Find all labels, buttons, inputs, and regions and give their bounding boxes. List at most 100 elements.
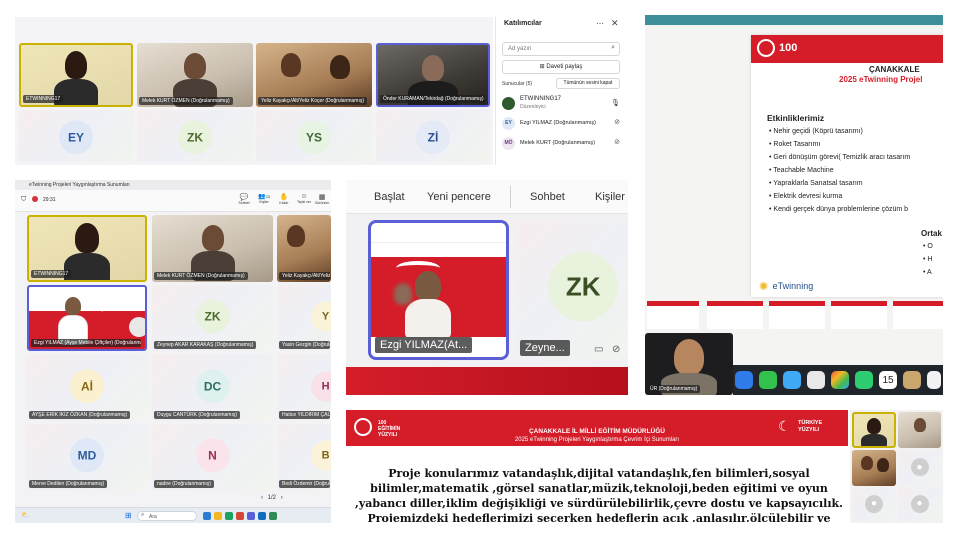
windows-start-icon[interactable]: ⊞ xyxy=(125,511,132,520)
dock-app-icon[interactable] xyxy=(903,371,921,389)
video-tile[interactable]: Ezgi YILMAZ(At... xyxy=(368,220,509,360)
video-tile[interactable] xyxy=(852,412,896,448)
list-item: • Yapraklarla Sanatsal tasarım xyxy=(769,180,863,187)
toolbar-view[interactable]: ▦ Görünüm xyxy=(313,193,331,205)
avatar-tile[interactable]: ZK xyxy=(137,110,253,162)
slide-thumbnail[interactable] xyxy=(893,301,943,329)
dock-app-icon[interactable] xyxy=(807,371,825,389)
avatar-tile[interactable]: MD Merve Dedilen (Doğrulanmamış) xyxy=(27,424,147,490)
toolbar-raise[interactable]: ✋ Kaldır xyxy=(275,193,293,205)
next-page-icon[interactable]: › xyxy=(281,495,283,501)
mic-icon[interactable]: 🎙 xyxy=(611,99,620,107)
section-heading: Etkinliklerimiz xyxy=(767,113,825,123)
dock-app-icon[interactable] xyxy=(831,371,849,389)
taskbar-app-icon[interactable] xyxy=(203,512,211,520)
slide-title: ÇANAKKALE İL MİLLİ EĞİTİM MÜDÜRLÜĞÜ xyxy=(528,428,665,435)
avatar-tile[interactable]: Aİ AYŞE ERİK İKİZ ÖZKAN (Doğrulanmamış) xyxy=(27,354,147,421)
video-tile[interactable]: Melek KURT ÖZMEN (Doğrulanmamış) xyxy=(137,43,253,107)
slide-header-strip xyxy=(371,231,506,243)
taskbar-search[interactable]: ⌕ Ara xyxy=(137,511,197,521)
toolbar-divider xyxy=(510,186,511,208)
participant-row[interactable]: ETWINNING17 Düzenleyici 🎙 xyxy=(502,95,622,113)
dock-app-icon[interactable] xyxy=(855,371,873,389)
avatar: ZK xyxy=(548,251,619,322)
avatar-tile[interactable]: ZK Zeyne... ▭ ⊘ xyxy=(516,220,628,360)
avatar-tile[interactable]: YS xyxy=(256,110,372,162)
avatar-tile[interactable]: ZK Zeynep AKAR KARAKAŞ (Doğrulanmamış) xyxy=(152,285,273,351)
speaker-video[interactable]: ÜR (Doğrulanmamış) xyxy=(645,333,733,395)
video-tile[interactable]: Yeliz Kayakçı/Alt/Yeliz Ko... xyxy=(277,215,331,282)
video-tile[interactable]: Melek KURT ÖZMEN (Doğrulanmamış) xyxy=(152,215,273,282)
weather-icon[interactable]: ⛅ xyxy=(21,511,30,519)
list-item: • Nehir geçidi (Köprü tasarımı) xyxy=(769,128,863,135)
slide-thumbnail[interactable] xyxy=(707,301,763,329)
taskbar-app-icon[interactable] xyxy=(236,512,244,520)
chat-icon: 💬 xyxy=(239,194,249,201)
emoji-icon: ☺ xyxy=(300,193,308,200)
slide-subtitle: 2025 eTwinning Projeleri Yaygınlaştırma … xyxy=(514,437,680,443)
toolbar-people[interactable]: Kişiler xyxy=(595,191,625,203)
dock-app-icon[interactable] xyxy=(759,371,777,389)
video-tile[interactable]: Ezgi YILMAZ (Ayşe Mebile Çiftçiler) (Doğ… xyxy=(27,285,147,351)
video-tile[interactable]: Yeliz Kayakçı/Alt/Yeliz Koçer (Doğrulanm… xyxy=(256,43,372,107)
taskbar-app-icon[interactable] xyxy=(269,512,277,520)
participant-row[interactable]: MÖ Melek KURT (Doğrulanmamış) ⊘ xyxy=(502,136,622,152)
mic-off-icon[interactable]: ⊘ xyxy=(614,118,620,126)
avatar-tile[interactable]: Zİ xyxy=(376,110,490,162)
toolbar-chat[interactable]: Sohbet xyxy=(530,191,565,203)
video-tile[interactable]: ETWINNING17 xyxy=(19,43,133,107)
avatar-tile[interactable]: Y Yasin Gezgin (Doğrulanmamış) xyxy=(277,285,331,351)
slide-body: Proje konularımız vatandaşlık,dijital va… xyxy=(355,467,843,522)
close-icon[interactable]: ✕ xyxy=(611,18,619,29)
participant-name: Ezgi YILMAZ(At... xyxy=(375,337,473,353)
avatar-tile[interactable]: ● xyxy=(898,450,941,486)
list-item: • Roket Tasarımı xyxy=(769,141,821,148)
avatar-tile[interactable]: ● xyxy=(852,488,896,521)
more-icon[interactable]: ⋯ xyxy=(596,19,604,28)
participant-row[interactable]: EY Ezgi YILMAZ (Doğrulanmamış) ⊘ xyxy=(502,116,622,132)
dock-app-icon[interactable] xyxy=(783,371,801,389)
avatar-tile[interactable]: N nadire (Doğrulanmamış) xyxy=(152,424,273,490)
toolbar-people[interactable]: 👥23 Kişiler xyxy=(255,193,273,204)
calendar-icon[interactable]: 15 xyxy=(879,371,897,389)
avatar-tile[interactable]: EY xyxy=(19,110,133,162)
search-icon: ⌕ xyxy=(141,512,145,518)
share-invite-button[interactable]: ⊞ Daveti paylaş xyxy=(502,60,620,74)
slide-thumbnail[interactable] xyxy=(831,301,887,329)
toolbar-start[interactable]: Başlat xyxy=(374,191,405,203)
windows-taskbar: ⛅ ⊞ ⌕ Ara xyxy=(15,507,331,523)
video-tile[interactable]: Önder KURAMAN/Tekirdağ (Doğrulanmamış) xyxy=(376,43,490,107)
avatar: ZK xyxy=(195,299,230,334)
participant-name: Melek KURT ÖZMEN (Doğrulanmamış) xyxy=(154,272,248,280)
toolbar-react[interactable]: ☺ Tepki ver xyxy=(295,193,313,204)
participant-name: Melek KURT (Doğrulanmamış) xyxy=(520,140,595,146)
topleft-teams-panel: ETWINNING17 Melek KURT ÖZMEN (Doğrulanma… xyxy=(15,17,493,165)
avatar-tile[interactable]: B Bedi Özdemir (Doğrulanmamış) xyxy=(277,424,331,490)
dock-app-icon[interactable] xyxy=(927,371,941,389)
taskbar-app-icon[interactable] xyxy=(247,512,255,520)
search-input[interactable]: Ad yazın ⌕ xyxy=(502,42,620,56)
taskbar-app-icon[interactable] xyxy=(225,512,233,520)
mute-all-button[interactable]: Tümünün sesini kapat xyxy=(556,78,620,89)
video-tile[interactable] xyxy=(898,412,941,448)
toolbar-new-window[interactable]: Yeni pencere xyxy=(427,191,491,203)
toolbar-chat[interactable]: 💬 Sohbet xyxy=(235,193,253,205)
participant-name: Ezgi YILMAZ (Ayşe Mebile Çiftçiler) (Doğ… xyxy=(31,339,142,347)
video-tile[interactable]: ETWINNING17 xyxy=(27,215,147,282)
zoom-toolbar: Başlat Yeni pencere Sohbet Kişiler xyxy=(346,180,628,214)
search-icon: ⌕ xyxy=(611,44,615,51)
bottom-slide-panel: 100 EĞİTİMİN YÜZYILI TÜRKİYE YÜZYILI ☾ Ç… xyxy=(346,410,943,523)
taskbar-app-icon[interactable] xyxy=(214,512,222,520)
prev-page-icon[interactable]: ‹ xyxy=(261,495,263,501)
dock-app-icon[interactable] xyxy=(735,371,753,389)
mic-off-icon[interactable]: ⊘ xyxy=(614,138,620,146)
slide-thumbnail[interactable] xyxy=(769,301,825,329)
avatar-tile[interactable]: DC Duygu CANTÜRK (Doğrulanmamış) xyxy=(152,354,273,421)
avatar-tile[interactable]: ● xyxy=(898,488,941,521)
taskbar-app-icon[interactable] xyxy=(258,512,266,520)
camera-bubble xyxy=(129,317,145,337)
avatar: YS xyxy=(297,119,331,154)
slide-thumbnail[interactable] xyxy=(647,301,699,329)
avatar-tile[interactable]: H Hatice YILDIRIM ÇALIŞKAN (Doğrulanmamı… xyxy=(277,354,331,421)
video-tile[interactable] xyxy=(852,450,896,486)
